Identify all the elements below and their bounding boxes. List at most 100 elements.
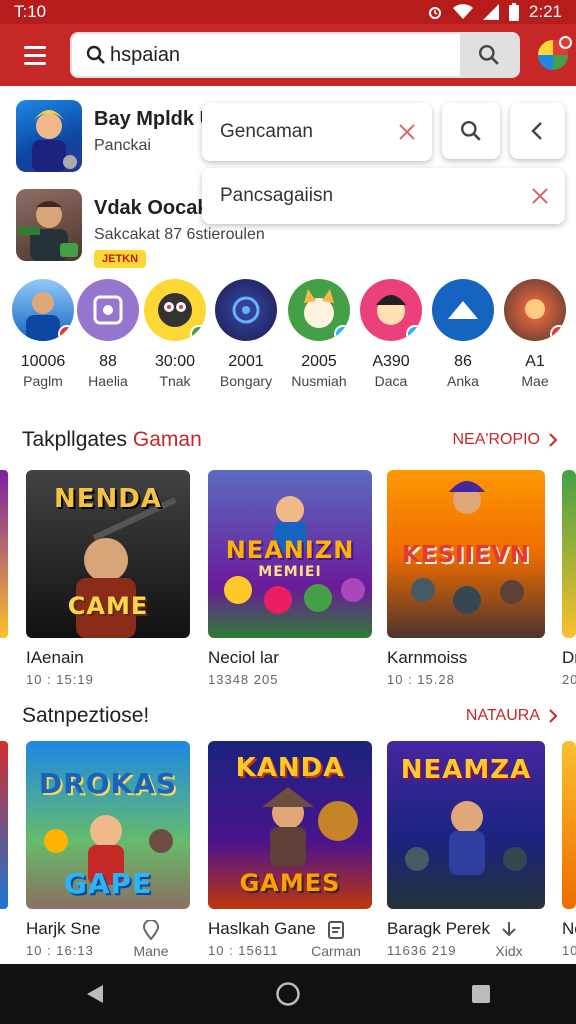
status-time-left: T:10	[14, 2, 47, 21]
category-count: 86	[454, 353, 472, 370]
section-header: Takpllgates Gaman NEA'ROPIO	[22, 428, 566, 452]
close-icon[interactable]	[382, 123, 432, 141]
app-icon	[16, 189, 82, 261]
game-meta: 10 : 15:19	[26, 672, 94, 687]
system-nav-bar	[0, 964, 576, 1024]
category-label: Nusmiah	[291, 373, 347, 389]
alarm-icon	[428, 7, 441, 19]
document-icon	[328, 921, 344, 939]
category-item[interactable]: A390 Daca	[355, 279, 427, 389]
category-icon	[215, 279, 277, 341]
chevron-left-icon	[530, 122, 542, 140]
category-item[interactable]: 2001 Bongary	[210, 279, 282, 389]
hamburger-menu-icon[interactable]	[0, 24, 70, 86]
game-art: NEAMZA	[387, 741, 545, 909]
tab-label: Carman	[311, 943, 361, 959]
category-count: 10006	[20, 353, 66, 370]
game-title: Dr	[562, 648, 576, 667]
see-more-link[interactable]: NATAURA	[466, 707, 558, 725]
category-item[interactable]: 30:00 Tnak	[139, 279, 211, 389]
list-item[interactable]: Bay Mpldk U Panckai	[16, 100, 214, 172]
game-art: KESIIEVN	[387, 470, 545, 638]
category-label: Anka	[447, 373, 479, 389]
category-icon	[144, 279, 206, 341]
category-count: 88	[99, 353, 117, 370]
avatar[interactable]	[538, 36, 572, 70]
game-meta: 10 : 15.28	[387, 672, 455, 687]
category-icon	[77, 279, 139, 341]
game-art: NEANIZN MEMIEI	[208, 470, 372, 638]
wifi-icon	[452, 4, 473, 19]
card-edge	[0, 741, 8, 909]
game-card[interactable]: Ne 10	[562, 741, 576, 958]
chevron-right-icon	[549, 433, 558, 447]
search-button[interactable]	[460, 34, 518, 76]
signal-icon	[482, 4, 499, 20]
chevron-right-icon	[549, 709, 558, 723]
category-count: A390	[372, 353, 410, 370]
game-meta: 20	[562, 672, 576, 687]
search-input[interactable]	[110, 43, 460, 67]
suggestion-text: Gencaman	[220, 121, 313, 142]
search-suggestion-button[interactable]	[442, 103, 500, 159]
recents-square-icon[interactable]	[471, 984, 491, 1004]
search-icon	[478, 44, 499, 65]
tab-mane[interactable]: Mane	[121, 919, 181, 959]
game-meta: 10	[562, 943, 576, 958]
category-item[interactable]: 10006 Paglm	[7, 279, 79, 389]
status-time-right: 2:21	[528, 2, 562, 21]
tab-xidx[interactable]: Xidx	[479, 920, 539, 959]
tab-label: Xidx	[495, 943, 523, 959]
suggestion-item[interactable]: Pancsagaiisn	[202, 168, 565, 224]
game-title: Neciol lar	[208, 648, 279, 667]
category-item[interactable]: 88 Haelia	[72, 279, 144, 389]
game-card[interactable]: KESIIEVN Karnmoiss 10 : 15.28	[387, 470, 545, 687]
app-icon	[16, 100, 82, 172]
close-icon[interactable]	[515, 187, 565, 205]
battery-icon	[508, 3, 519, 21]
app-subtitle: Sakcakat 87 6stieroulen	[94, 226, 265, 243]
download-icon	[502, 922, 516, 937]
game-card[interactable]: NEANIZN MEMIEI Neciol lar 13348 205	[208, 470, 372, 687]
suggestion-text: Pancsagaiisn	[220, 185, 334, 206]
app-subtitle: Panckai	[94, 137, 151, 154]
notification-dot	[559, 36, 572, 49]
category-item[interactable]: 86 Anka	[427, 279, 499, 389]
home-circle-icon[interactable]	[275, 981, 301, 1007]
category-count: A1	[525, 353, 545, 370]
back-triangle-icon[interactable]	[85, 983, 105, 1005]
game-art: NENDA CAME	[26, 470, 190, 638]
game-art: KANDA GAMES	[208, 741, 372, 909]
category-item[interactable]: 2005 Nusmiah	[283, 279, 355, 389]
tab-carman[interactable]: Carman	[306, 920, 366, 959]
category-count: 2005	[301, 353, 337, 370]
category-item[interactable]: A1 Mae	[499, 279, 571, 389]
status-bar: T:10 2:21	[0, 0, 576, 24]
status-badge: JETKN	[94, 250, 147, 268]
app-bar	[0, 24, 576, 86]
search-icon	[82, 45, 110, 65]
suggestion-item[interactable]: Gencaman	[202, 103, 432, 161]
category-label: Mae	[521, 373, 549, 389]
game-title: Karnmoiss	[387, 648, 468, 667]
see-more-link[interactable]: NEA'ROPIO	[452, 431, 558, 449]
game-title: Ne	[562, 919, 576, 938]
tab-label: Mane	[133, 943, 169, 959]
pin-icon	[142, 919, 160, 941]
category-count: 2001	[228, 353, 264, 370]
section-title: Satnpeztiose!	[22, 704, 150, 727]
game-card[interactable]: Dr 20	[562, 470, 576, 687]
game-art	[562, 470, 576, 638]
back-button[interactable]	[510, 103, 565, 159]
game-meta: 13348 205	[208, 672, 279, 687]
game-title: IAenain	[26, 648, 84, 667]
category-label: Haelia	[88, 373, 128, 389]
category-row: 10006 Paglm 88 Haelia 30:00 Tnak 2001 Bo…	[0, 279, 576, 399]
category-label: Tnak	[159, 373, 191, 389]
category-icon	[360, 279, 422, 341]
game-card[interactable]: NENDA CAME IAenain 10 : 15:19	[26, 470, 190, 687]
app-title: Bay Mpldk U	[94, 108, 215, 130]
category-icon	[12, 279, 74, 341]
game-art: DROKAS GAPE	[26, 741, 190, 909]
category-label: Bongary	[219, 373, 273, 389]
